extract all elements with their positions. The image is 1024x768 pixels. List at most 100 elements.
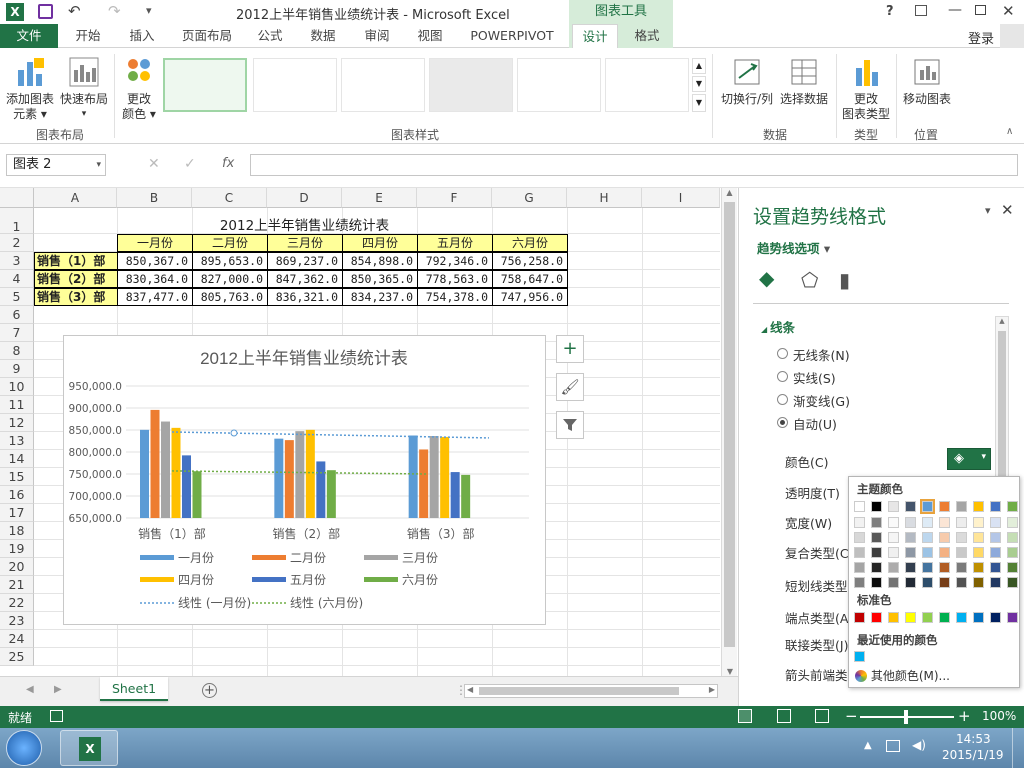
radio-button[interactable] (777, 394, 788, 405)
radio-label[interactable]: 渐变线(G) (793, 391, 850, 410)
color-swatch[interactable] (888, 501, 899, 512)
collapse-ribbon-icon[interactable]: ∧ (1006, 126, 1013, 137)
login-link[interactable]: 登录 (968, 28, 994, 47)
row-header-3[interactable]: 3 (0, 252, 34, 270)
color-swatch[interactable] (990, 562, 1001, 573)
color-swatch[interactable] (905, 501, 916, 512)
row-header-21[interactable]: 21 (0, 576, 34, 594)
color-swatch[interactable] (1007, 547, 1018, 558)
close-button[interactable]: ✕ (1002, 2, 1015, 20)
save-icon[interactable] (38, 4, 53, 19)
gallery-scroll-down-icon[interactable]: ▼ (692, 76, 706, 92)
color-swatch[interactable] (922, 517, 933, 528)
color-swatch[interactable] (973, 547, 984, 558)
radio-label[interactable]: 实线(S) (793, 368, 836, 387)
standard-color-swatch[interactable] (990, 612, 1001, 623)
prev-sheet-icon[interactable]: ◀ (26, 684, 34, 695)
color-swatch[interactable] (922, 562, 933, 573)
chart-style-1[interactable] (163, 58, 247, 112)
color-swatch[interactable] (888, 547, 899, 558)
row-header-19[interactable]: 19 (0, 540, 34, 558)
row-header-24[interactable]: 24 (0, 630, 34, 648)
column-header-i[interactable]: I (642, 188, 720, 208)
formula-input[interactable] (250, 154, 1018, 176)
data-cell[interactable]: 895,653.0 (192, 252, 268, 270)
volume-icon[interactable]: ◀) (912, 738, 926, 752)
column-header-e[interactable]: E (342, 188, 417, 208)
tray-arrow-icon[interactable]: ▲ (864, 740, 872, 751)
scroll-right-icon[interactable]: ▶ (709, 685, 715, 694)
column-header-h[interactable]: H (567, 188, 642, 208)
tab-formulas[interactable]: 公式 (248, 24, 292, 48)
customize-qat-icon[interactable]: ▾ (146, 4, 152, 17)
color-swatch[interactable] (920, 499, 935, 514)
row-header-14[interactable]: 14 (0, 450, 34, 468)
color-swatch[interactable] (871, 562, 882, 573)
color-swatch[interactable] (922, 532, 933, 543)
color-swatch[interactable] (973, 532, 984, 543)
color-swatch[interactable] (1007, 532, 1018, 543)
table-title[interactable]: 2012上半年销售业绩统计表 (117, 214, 492, 234)
help-button[interactable]: ? (886, 4, 894, 19)
add-sheet-button[interactable]: + (202, 683, 217, 698)
chart-style-4[interactable] (429, 58, 513, 112)
fill-line-tab-icon[interactable]: ◆ (759, 266, 785, 292)
column-header-a[interactable]: A (34, 188, 117, 208)
color-swatch[interactable] (956, 501, 967, 512)
row-label-cell[interactable]: 销售（1）部 (34, 252, 118, 270)
chart-styles-button[interactable]: 🖌 (556, 373, 584, 401)
clock-date[interactable]: 2015/1/19 (942, 748, 1004, 762)
data-cell[interactable]: 836,321.0 (267, 288, 343, 306)
cancel-icon[interactable]: ✕ (148, 156, 160, 172)
color-swatch[interactable] (973, 577, 984, 588)
radio-button[interactable] (777, 417, 788, 428)
color-swatch[interactable] (1007, 517, 1018, 528)
page-layout-view-icon[interactable] (777, 709, 791, 723)
data-cell[interactable]: 850,365.0 (342, 270, 418, 288)
tab-file[interactable]: 文件 (0, 24, 58, 48)
color-swatch[interactable] (871, 501, 882, 512)
color-swatch[interactable] (854, 532, 865, 543)
zoom-out-button[interactable]: − (845, 707, 858, 725)
zoom-in-button[interactable]: + (958, 707, 971, 725)
column-header-d[interactable]: D (267, 188, 342, 208)
color-swatch[interactable] (939, 577, 950, 588)
change-chart-type-button[interactable]: 更改 图表类型 (840, 56, 892, 122)
color-swatch[interactable] (1007, 501, 1018, 512)
standard-color-swatch[interactable] (1007, 612, 1018, 623)
tab-design[interactable]: 设计 (572, 24, 618, 49)
color-swatch[interactable] (990, 532, 1001, 543)
color-swatch[interactable] (854, 501, 865, 512)
data-cell[interactable]: 830,364.0 (117, 270, 193, 288)
color-swatch[interactable] (956, 577, 967, 588)
scroll-left-icon[interactable]: ◀ (467, 685, 473, 694)
row-header-6[interactable]: 6 (0, 306, 34, 324)
column-header-cell[interactable]: 四月份 (342, 234, 418, 252)
column-header-cell[interactable]: 三月份 (267, 234, 343, 252)
taskbar-excel-icon[interactable]: X (60, 730, 118, 766)
chart-style-6[interactable] (605, 58, 689, 112)
recent-color-swatch[interactable] (854, 651, 865, 662)
row-header-23[interactable]: 23 (0, 612, 34, 630)
tab-insert[interactable]: 插入 (118, 24, 166, 48)
select-data-button[interactable]: 选择数据 (776, 56, 832, 107)
color-swatch[interactable] (939, 532, 950, 543)
user-avatar-icon[interactable] (1000, 24, 1024, 48)
vertical-scrollbar[interactable]: ▲ ▼ (721, 188, 737, 676)
row-header-16[interactable]: 16 (0, 486, 34, 504)
tab-data[interactable]: 数据 (300, 24, 346, 48)
pane-options-dropdown-icon[interactable]: ▾ (985, 204, 991, 217)
standard-color-swatch[interactable] (956, 612, 967, 623)
start-button-icon[interactable] (6, 730, 42, 766)
color-swatch[interactable] (939, 501, 950, 512)
chart-elements-button[interactable]: + (556, 335, 584, 363)
more-colors-item[interactable]: 其他颜色(M)... (855, 667, 950, 684)
standard-color-swatch[interactable] (888, 612, 899, 623)
restore-button[interactable] (975, 5, 986, 15)
color-swatch[interactable] (871, 532, 882, 543)
color-swatch[interactable] (939, 517, 950, 528)
page-break-view-icon[interactable] (815, 709, 829, 723)
column-header-cell[interactable]: 五月份 (417, 234, 493, 252)
undo-icon[interactable]: ↶ (68, 2, 81, 20)
horizontal-scrollbar[interactable]: ◀ ▶ (464, 684, 718, 698)
